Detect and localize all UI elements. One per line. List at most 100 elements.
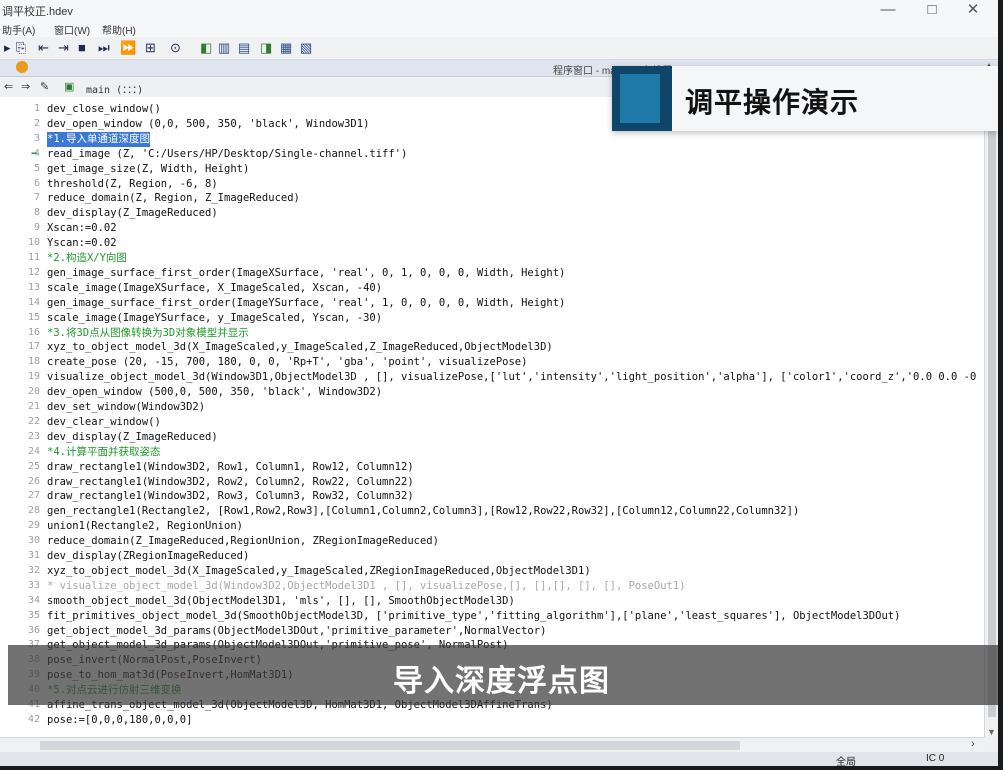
video-subtitle: 导入深度浮点图 — [393, 664, 610, 699]
code-line[interactable]: 25 draw_rectangle1(Window3D2, Row1, Colum… — [0, 460, 984, 475]
line-number: 6 — [33, 177, 40, 189]
code-line[interactable]: 18 create_pose (20, -15, 700, 180, 0, 0, … — [0, 355, 984, 370]
line-number: 25 — [27, 460, 40, 472]
minimize-button[interactable]: — — [868, 0, 908, 20]
code-line[interactable]: 32 xyz_to_object_model_3d(X_ImageScaled,y… — [0, 564, 984, 579]
code-line[interactable]: 6 threshold(Z, Region, -6, 8) — [0, 177, 984, 192]
line-number: 27 — [27, 490, 40, 502]
code-line[interactable]: 31 dev_display(ZRegionImageReduced) — [0, 549, 984, 564]
vertical-scroll-thumb[interactable] — [988, 127, 996, 717]
code-line[interactable]: 15 scale_image(ImageYSurface, y_ImageScal… — [0, 311, 984, 326]
reset-icon[interactable]: ⊙ — [170, 40, 181, 56]
feature-histogram-icon[interactable]: ▧ — [300, 40, 312, 56]
scroll-right-icon[interactable]: › — [971, 738, 975, 750]
code-line[interactable]: 29 union1(Rectangle2, RegionUnion) — [0, 519, 984, 534]
line-profile-icon[interactable]: ▤ — [238, 40, 250, 56]
close-button[interactable]: ✕ — [953, 0, 993, 20]
code-line[interactable]: 42 pose:=[0,0,0,180,0,0,0] — [0, 713, 984, 728]
code-text: Xscan:=0.02 — [47, 222, 117, 235]
code-line[interactable]: 16 *3.将3D点从图像转换为3D对象模型并显示 — [0, 326, 984, 341]
line-number: 26 — [27, 475, 40, 487]
code-line[interactable]: 36 get_object_model_3d_params(ObjectModel… — [0, 624, 984, 639]
run-to-icon[interactable]: ⏭ — [98, 40, 110, 56]
code-line[interactable]: 34 smooth_object_model_3d(ObjectModel3D1,… — [0, 594, 984, 609]
code-text: read_image (Z, 'C:/Users/HP/Desktop/Sing… — [47, 147, 408, 160]
menu-bar: 助手(A) 窗口(W) 帮助(H) — [0, 20, 998, 37]
code-line[interactable]: 12 gen_image_surface_first_order(ImageXSu… — [0, 266, 984, 281]
code-text: *4.计算平面并获取姿态 — [47, 445, 161, 458]
code-line[interactable]: 14 gen_image_surface_first_order(ImageYSu… — [0, 296, 984, 311]
histogram-icon[interactable]: ◨ — [260, 40, 272, 56]
menu-window[interactable]: 窗口(W) — [54, 22, 90, 37]
code-text: dev_clear_window() — [47, 415, 161, 428]
code-line[interactable]: 10 Yscan:=0.02 — [0, 236, 984, 251]
code-line[interactable]: 23 dev_display(Z_ImageReduced) — [0, 430, 984, 445]
code-line[interactable]: 21 dev_set_window(Window3D2) — [0, 400, 984, 415]
code-text: gen_rectangle1(Rectangle2, [Row1,Row2,Ro… — [47, 505, 800, 518]
step-out-icon[interactable]: ⏩ — [120, 40, 136, 56]
code-text: xyz_to_object_model_3d(X_ImageScaled,y_I… — [47, 341, 553, 354]
procedure-selector[interactable]: main (：：：) — [86, 81, 143, 96]
caption-banner: 调平操作演示 — [612, 66, 998, 131]
code-line[interactable]: 22 dev_clear_window() — [0, 415, 984, 430]
clear-window-icon[interactable]: ⊞ — [145, 40, 156, 56]
code-line[interactable]: 13 scale_image(ImageXSurface, X_ImageScal… — [0, 281, 984, 296]
gray-histogram-icon[interactable]: ▦ — [280, 40, 292, 56]
step-into-icon[interactable]: ▸ — [4, 40, 11, 56]
line-number: 30 — [27, 535, 40, 547]
code-line[interactable]: 11 *2.构造X/Y向图 — [0, 251, 984, 266]
code-line[interactable]: 4 ➡ read_image (Z, 'C:/Users/HP/Desktop/Si… — [0, 147, 984, 162]
code-line[interactable]: 30 reduce_domain(Z_ImageReduced,RegionUni… — [0, 534, 984, 549]
line-number: 29 — [27, 520, 40, 532]
code-line[interactable]: 3 *1.导入单通道深度图 — [0, 131, 984, 147]
horizontal-scroll-thumb[interactable] — [40, 741, 740, 750]
line-number: 8 — [33, 207, 40, 219]
code-text: draw_rectangle1(Window3D2, Row3, Column3… — [47, 490, 414, 503]
line-number: 35 — [27, 609, 40, 621]
maximize-button[interactable]: □ — [912, 0, 952, 20]
code-line[interactable]: 17 xyz_to_object_model_3d(X_ImageScaled,y… — [0, 340, 984, 355]
line-number: 15 — [27, 311, 40, 323]
line-number: 5 — [33, 162, 40, 174]
code-text: *3.将3D点从图像转换为3D对象模型并显示 — [47, 326, 249, 339]
code-line[interactable]: 9 Xscan:=0.02 — [0, 221, 984, 236]
code-editor[interactable]: 1 dev_close_window() 2 dev_open_window (0,0… — [0, 97, 984, 737]
code-line[interactable]: 24 *4.计算平面并获取姿态 — [0, 445, 984, 460]
line-number: 21 — [27, 401, 40, 412]
code-line[interactable]: 20 dev_open_window (500,0, 500, 350, 'bla… — [0, 385, 984, 400]
line-number: 16 — [27, 326, 40, 338]
line-number: 10 — [27, 237, 40, 249]
scroll-down-icon[interactable]: ▼ — [987, 727, 996, 737]
line-number: 34 — [27, 594, 40, 606]
step-back-icon[interactable]: ⇤ — [38, 40, 49, 56]
code-line[interactable]: 28 gen_rectangle1(Rectangle2, [Row1,Row2,… — [0, 504, 984, 519]
code-line[interactable]: 7 reduce_domain(Z, Region, Z_ImageReduced… — [0, 191, 984, 206]
menu-assistants[interactable]: 助手(A) — [2, 22, 35, 37]
code-line[interactable]: 27 draw_rectangle1(Window3D2, Row3, Colum… — [0, 489, 984, 504]
code-line[interactable]: 33 * visualize_object_model_3d(Window3D2,… — [0, 579, 984, 594]
line-number: 12 — [27, 266, 40, 278]
code-line[interactable]: 35 fit_primitives_object_model_3d(SmoothO… — [0, 609, 984, 624]
code-line[interactable]: 8 dev_display(Z_ImageReduced) — [0, 206, 984, 221]
inspect-image-icon[interactable]: ◧ — [200, 40, 212, 56]
stop-icon[interactable]: ■ — [78, 40, 86, 56]
continue-icon[interactable]: ⇥ — [58, 40, 69, 56]
code-line[interactable]: 26 draw_rectangle1(Window3D2, Row2, Colum… — [0, 475, 984, 490]
code-line[interactable]: 19 visualize_object_model_3d(Window3D1,Ob… — [0, 370, 984, 385]
graphics-window-icon[interactable]: ▥ — [218, 40, 230, 56]
line-number: 33 — [27, 579, 40, 591]
line-number: 7 — [33, 192, 40, 204]
edit-procedure-icon[interactable]: ✎ — [40, 80, 49, 93]
code-line[interactable]: 5 get_image_size(Z, Width, Height) — [0, 162, 984, 177]
forward-icon[interactable]: ⇒ — [21, 80, 30, 93]
line-number: 1 — [33, 103, 40, 114]
vertical-scrollbar[interactable]: ▼ — [984, 97, 998, 737]
step-over-icon[interactable]: ⎘ — [16, 40, 26, 56]
horizontal-scrollbar[interactable]: › — [0, 737, 984, 753]
program-window-icon — [16, 61, 28, 73]
line-number: 28 — [27, 505, 40, 517]
banner-title: 调平操作演示 — [685, 86, 860, 119]
code-text: scale_image(ImageXSurface, X_ImageScaled… — [47, 281, 383, 294]
back-icon[interactable]: ⇐ — [4, 80, 13, 93]
menu-help[interactable]: 帮助(H) — [102, 22, 136, 37]
